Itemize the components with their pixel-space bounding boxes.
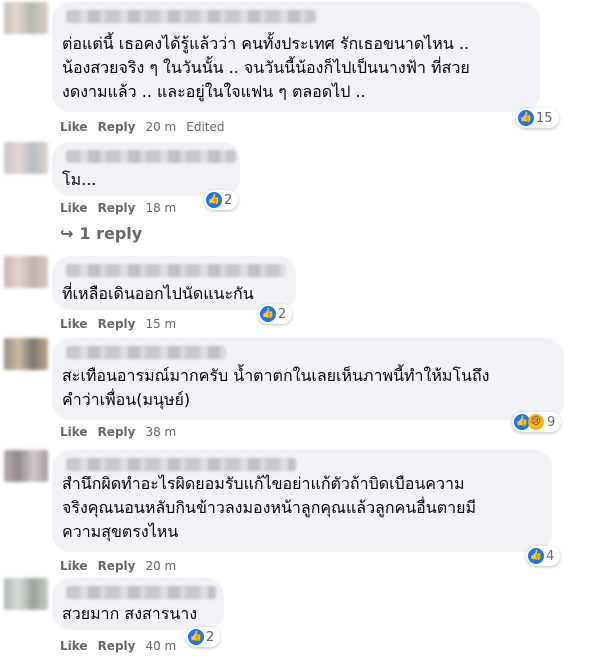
reaction-number: 2: [224, 192, 233, 208]
like-button[interactable]: Like: [60, 316, 88, 332]
comment-actions: Like Reply 20 m: [60, 558, 176, 574]
like-icon: 👍: [260, 306, 276, 322]
reply-arrow-icon: ↪: [60, 224, 74, 243]
comment-bubble: สะเทือนอารมณ์มากครับ น้ำตาตกในเลยเห็นภาพ…: [52, 338, 564, 420]
comment-actions: Like Reply 40 m: [60, 638, 176, 654]
reply-button[interactable]: Reply: [98, 558, 136, 574]
reaction-count[interactable]: 👍 2: [186, 627, 221, 647]
timestamp[interactable]: 20 m: [145, 558, 176, 574]
avatar[interactable]: [4, 578, 48, 610]
comment-text: สวยมาก สงสารนาง: [62, 604, 198, 623]
author-name[interactable]: [66, 458, 296, 471]
avatar[interactable]: [4, 450, 48, 482]
avatar[interactable]: [4, 142, 48, 174]
comment-text: สะเทือนอารมณ์มากครับ น้ำตาตกในเลยเห็นภาพ…: [62, 366, 490, 409]
comment-text: ต่อแต่นี้ เธอคงได้รู้แล้วว่า คนทั้งประเท…: [62, 34, 470, 101]
comment-text: สำนึกผิดทำอะไรผิดยอมรับแก้ไขอย่าแก้ตัวถ้…: [62, 474, 477, 541]
reply-button[interactable]: Reply: [98, 316, 136, 332]
reply-button[interactable]: Reply: [98, 638, 136, 654]
comment-bubble: ที่เหลือเดินออกไปนัดแนะกัน: [52, 256, 296, 310]
replies-count: 1 reply: [79, 224, 143, 243]
timestamp[interactable]: 38 m: [145, 424, 176, 440]
like-icon: 👍: [188, 629, 204, 645]
comment-text: ที่เหลือเดินออกไปนัดแนะกัน: [62, 284, 254, 303]
reaction-number: 4: [546, 548, 555, 564]
like-button[interactable]: Like: [60, 638, 88, 654]
timestamp[interactable]: 20 m: [145, 119, 176, 135]
reaction-count[interactable]: 👍 4: [526, 546, 561, 566]
comment-thread: ต่อแต่นี้ เธอคงได้รู้แล้วว่า คนทั้งประเท…: [0, 0, 600, 658]
comment-bubble: ต่อแต่นี้ เธอคงได้รู้แล้วว่า คนทั้งประเท…: [52, 2, 540, 112]
like-button[interactable]: Like: [60, 558, 88, 574]
like-icon: 👍: [206, 192, 222, 208]
comment-actions: Like Reply 15 m: [60, 316, 176, 332]
comment-actions: Like Reply 18 m: [60, 200, 176, 216]
author-name[interactable]: [66, 264, 286, 277]
edited-label[interactable]: Edited: [186, 119, 224, 135]
reaction-number: 15: [536, 110, 553, 126]
reply-button[interactable]: Reply: [98, 200, 136, 216]
view-replies-link[interactable]: ↪ 1 reply: [60, 224, 142, 243]
like-button[interactable]: Like: [60, 119, 88, 135]
reaction-number: 9: [547, 414, 556, 430]
comment-text: โม...: [62, 170, 97, 189]
sad-icon: 😢: [528, 414, 544, 430]
comment-bubble: โม...: [52, 142, 240, 196]
like-button[interactable]: Like: [60, 424, 88, 440]
reaction-count[interactable]: 👍 😢 9: [512, 412, 562, 432]
author-name[interactable]: [66, 10, 316, 23]
like-icon: 👍: [528, 548, 544, 564]
avatar[interactable]: [4, 256, 48, 288]
reaction-count[interactable]: 👍 2: [204, 190, 239, 210]
author-name[interactable]: [66, 150, 236, 163]
like-icon: 👍: [518, 110, 534, 126]
timestamp[interactable]: 18 m: [145, 200, 176, 216]
comment-bubble: สวยมาก สงสารนาง: [52, 578, 224, 630]
avatar[interactable]: [4, 338, 48, 370]
reply-button[interactable]: Reply: [98, 424, 136, 440]
timestamp[interactable]: 40 m: [145, 638, 176, 654]
timestamp[interactable]: 15 m: [145, 316, 176, 332]
comment-actions: Like Reply 20 m Edited: [60, 119, 225, 135]
comment-actions: Like Reply 38 m: [60, 424, 176, 440]
comment-bubble: สำนึกผิดทำอะไรผิดยอมรับแก้ไขอย่าแก้ตัวถ้…: [52, 450, 552, 552]
reaction-number: 2: [206, 629, 215, 645]
reaction-count[interactable]: 👍 2: [258, 304, 293, 324]
avatar[interactable]: [4, 2, 48, 34]
reaction-count[interactable]: 👍 15: [516, 108, 559, 128]
author-name[interactable]: [66, 586, 216, 599]
reaction-number: 2: [278, 306, 287, 322]
author-name[interactable]: [66, 346, 226, 359]
reply-button[interactable]: Reply: [98, 119, 136, 135]
like-button[interactable]: Like: [60, 200, 88, 216]
